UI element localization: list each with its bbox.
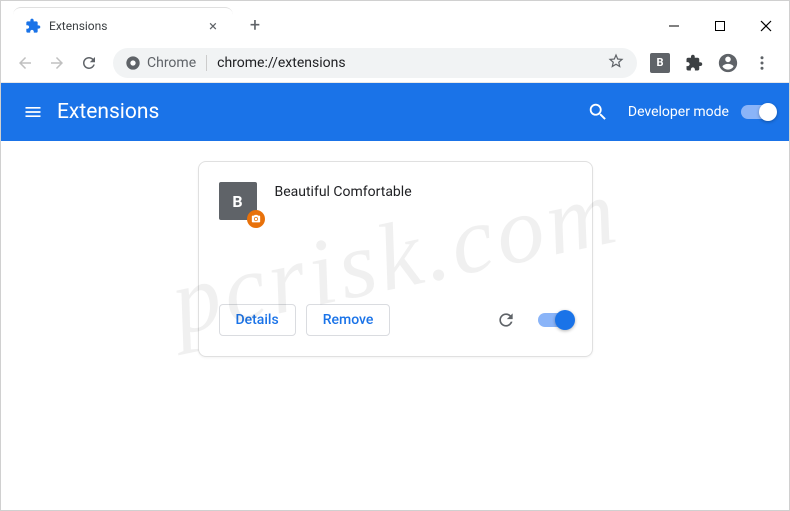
page-title: Extensions <box>57 100 159 124</box>
extensions-header: Extensions Developer mode <box>1 83 789 141</box>
close-window-button[interactable] <box>743 9 789 43</box>
developer-mode-toggle[interactable] <box>741 105 775 119</box>
menu-icon[interactable] <box>747 48 777 78</box>
forward-button[interactable] <box>41 47 73 79</box>
browser-tab[interactable]: Extensions × <box>13 7 233 43</box>
reload-button[interactable] <box>73 47 105 79</box>
content-area: B Beautiful Comfortable Details Remove <box>1 141 789 510</box>
extension-toggle[interactable] <box>538 313 572 327</box>
back-button[interactable] <box>9 47 41 79</box>
chip-label: Chrome <box>147 55 196 71</box>
developer-mode-label: Developer mode <box>628 104 729 120</box>
maximize-button[interactable] <box>697 9 743 43</box>
puzzle-icon <box>25 18 41 34</box>
extension-icon-wrap: B <box>219 182 257 220</box>
camera-badge-icon <box>247 210 265 228</box>
extension-badge[interactable]: B <box>645 48 675 78</box>
minimize-button[interactable] <box>651 9 697 43</box>
window-controls <box>651 9 789 43</box>
close-icon[interactable]: × <box>205 18 221 34</box>
reload-extension-icon[interactable] <box>492 306 520 334</box>
new-tab-button[interactable]: + <box>241 11 269 39</box>
tab-title: Extensions <box>49 19 205 33</box>
profile-icon[interactable] <box>713 48 743 78</box>
chrome-chip: Chrome <box>125 55 207 71</box>
extensions-icon[interactable] <box>679 48 709 78</box>
bookmark-icon[interactable] <box>607 52 625 74</box>
titlebar: Extensions × + <box>1 1 789 43</box>
remove-button[interactable]: Remove <box>306 304 391 336</box>
details-button[interactable]: Details <box>219 304 296 336</box>
hamburger-icon[interactable] <box>15 94 51 130</box>
browser-toolbar: Chrome chrome://extensions B <box>1 43 789 83</box>
search-icon[interactable] <box>580 94 616 130</box>
extension-card: B Beautiful Comfortable Details Remove <box>198 161 593 357</box>
url-text: chrome://extensions <box>217 55 345 71</box>
b-badge: B <box>650 53 670 73</box>
extension-name: Beautiful Comfortable <box>275 182 412 220</box>
address-bar[interactable]: Chrome chrome://extensions <box>113 48 637 78</box>
